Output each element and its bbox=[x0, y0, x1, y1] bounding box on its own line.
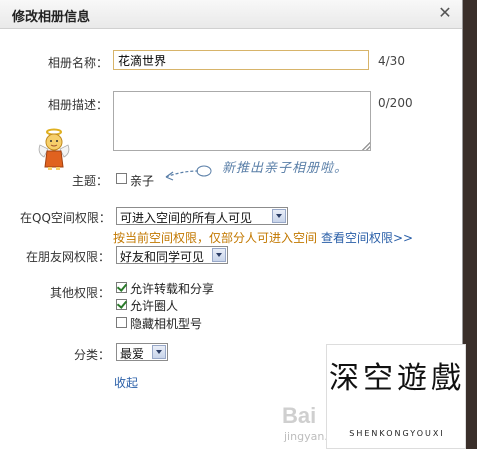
album-description-input[interactable] bbox=[113, 91, 371, 151]
allow-repost-checkbox[interactable] bbox=[116, 282, 127, 293]
theme-hint-text: 新推出亲子相册啦。 bbox=[222, 161, 349, 176]
allow-repost-label: 允许转载和分享 bbox=[130, 282, 215, 296]
watermark-logo: 深空遊戲 SHENKONGYOUXI bbox=[326, 344, 466, 449]
friend-permission-label: 在朋友网权限： bbox=[26, 250, 111, 264]
baidu-watermark: Bai bbox=[282, 403, 317, 428]
category-select[interactable]: 最爱 bbox=[116, 343, 168, 361]
name-counter: 4/30 bbox=[378, 54, 405, 68]
friend-permission-value: 好友和同学可见 bbox=[120, 250, 205, 264]
theme-checkbox[interactable] bbox=[116, 173, 127, 184]
theme-option-label: 亲子 bbox=[130, 174, 155, 188]
chevron-down-icon[interactable] bbox=[152, 345, 166, 359]
other-permission-label: 其他权限： bbox=[50, 286, 111, 300]
name-label: 相册名称： bbox=[48, 56, 109, 70]
friend-permission-select[interactable]: 好友和同学可见 bbox=[116, 246, 228, 264]
dialog-titlebar: 修改相册信息 ✕ bbox=[0, 0, 462, 29]
allow-tagging-checkbox[interactable] bbox=[116, 299, 127, 310]
resize-grip-icon[interactable] bbox=[362, 142, 370, 150]
category-label: 分类： bbox=[74, 348, 111, 362]
angel-icon bbox=[38, 128, 70, 170]
qzone-permission-select[interactable]: 可进入空间的所有人可见 bbox=[116, 207, 288, 225]
watermark-chars: 深空遊戲 bbox=[329, 361, 465, 396]
close-icon[interactable]: ✕ bbox=[438, 4, 452, 22]
chevron-down-icon[interactable] bbox=[212, 248, 226, 262]
chevron-down-icon[interactable] bbox=[272, 209, 286, 223]
watermark-subtitle: SHENKONGYOUXI bbox=[349, 429, 445, 438]
hide-camera-model-label: 隐藏相机型号 bbox=[130, 317, 203, 331]
description-label: 相册描述： bbox=[48, 98, 109, 112]
qzone-permission-label: 在QQ空间权限： bbox=[20, 211, 111, 225]
category-value: 最爱 bbox=[120, 347, 145, 361]
theme-label: 主题： bbox=[72, 174, 109, 188]
collapse-link[interactable]: 收起 bbox=[114, 374, 138, 391]
qzone-permission-value: 可进入空间的所有人可见 bbox=[120, 211, 253, 225]
description-counter: 0/200 bbox=[378, 96, 413, 110]
dialog-title: 修改相册信息 bbox=[12, 10, 91, 25]
qzone-permission-note: 按当前空间权限，仅部分人可进入空间 bbox=[113, 231, 318, 245]
allow-tagging-label: 允许圈人 bbox=[130, 299, 179, 313]
view-space-permission-link[interactable]: 查看空间权限>> bbox=[321, 229, 413, 246]
hint-arrow-icon bbox=[165, 165, 212, 181]
album-name-input[interactable] bbox=[113, 50, 369, 70]
hide-camera-model-checkbox[interactable] bbox=[116, 317, 127, 328]
